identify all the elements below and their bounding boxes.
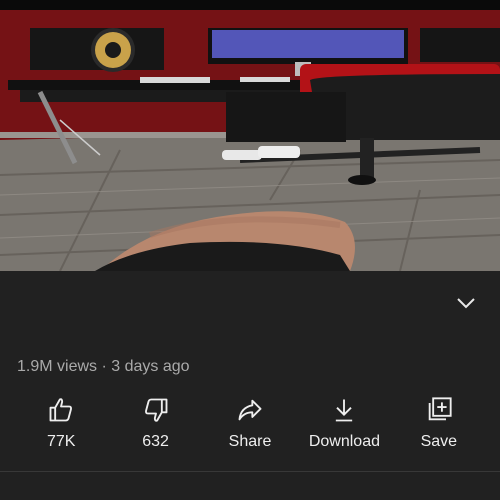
- view-count: 1.9M views: [17, 358, 98, 375]
- video-details-panel: 1.9M views · 3 days ago 77K 632 Share Do…: [0, 271, 500, 500]
- save-button[interactable]: Save: [392, 396, 486, 456]
- save-label: Save: [420, 433, 458, 450]
- video-player[interactable]: [0, 0, 500, 271]
- like-button[interactable]: 77K: [14, 396, 108, 456]
- video-meta: 1.9M views · 3 days ago: [17, 358, 190, 376]
- download-label: Download: [308, 433, 380, 450]
- thumbs-down-icon: [144, 398, 168, 422]
- upload-age: 3 days ago: [111, 358, 190, 375]
- thumbs-up-icon: [49, 398, 73, 422]
- section-divider: [0, 471, 500, 472]
- share-button[interactable]: Share: [203, 396, 297, 456]
- download-icon: [336, 399, 353, 422]
- share-label: Share: [228, 433, 272, 450]
- like-count: 77K: [46, 433, 76, 450]
- save-to-playlist-icon: [428, 397, 452, 421]
- share-icon: [238, 399, 262, 421]
- meta-separator: ·: [97, 358, 112, 375]
- dislike-button[interactable]: 632: [108, 396, 202, 456]
- chevron-down-icon[interactable]: [452, 291, 480, 315]
- download-button[interactable]: Download: [297, 396, 391, 456]
- dislike-count: 632: [142, 433, 169, 450]
- video-frame: [0, 0, 500, 271]
- action-bar: 77K 632 Share Download Save: [14, 396, 486, 456]
